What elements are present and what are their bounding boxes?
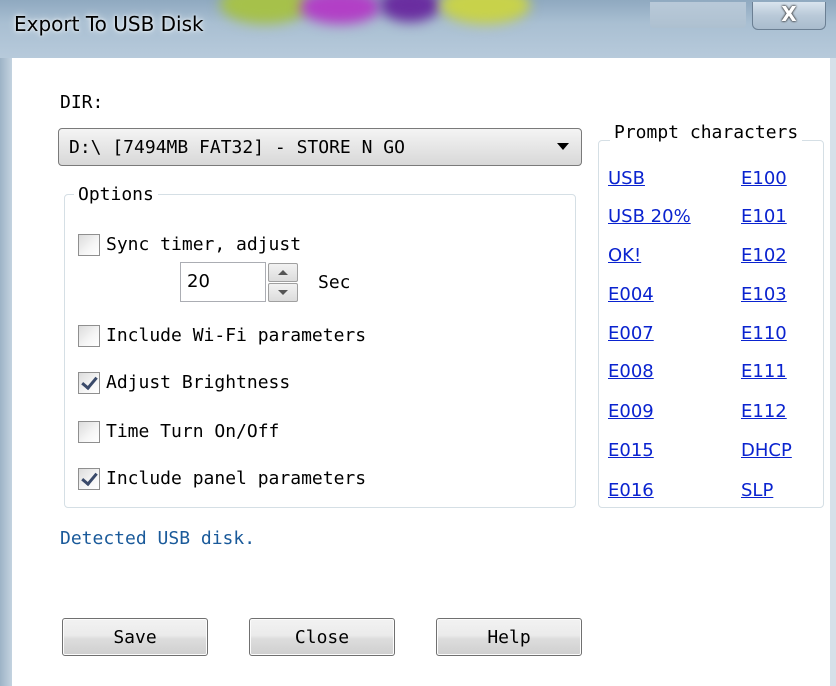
arrow-down-icon <box>278 290 288 295</box>
prompt-link[interactable]: E009 <box>608 401 654 422</box>
sync-timer-checkbox[interactable] <box>78 234 100 256</box>
time-turn-label: Time Turn On/Off <box>106 421 280 442</box>
prompt-link[interactable]: E007 <box>608 323 654 344</box>
adjust-brightness-checkbox[interactable] <box>78 372 100 394</box>
include-wifi-checkbox[interactable] <box>78 325 100 347</box>
include-panel-checkbox[interactable] <box>78 468 100 490</box>
dir-select-value: D:\ [7494MB FAT32] - STORE N GO <box>69 137 405 158</box>
chevron-down-icon <box>557 143 569 150</box>
prompt-link[interactable]: E008 <box>608 361 654 382</box>
timer-spin-down-button[interactable] <box>268 283 298 302</box>
title-bar[interactable]: Export To USB Disk X <box>0 0 836 58</box>
window-frame-left <box>0 58 12 686</box>
close-icon: X <box>781 2 797 26</box>
include-wifi-label: Include Wi-Fi parameters <box>106 325 367 346</box>
timer-input[interactable]: 20 <box>180 262 266 302</box>
prompt-link[interactable]: E004 <box>608 284 654 305</box>
close-button-label: Close <box>294 626 350 648</box>
prompt-link[interactable]: E015 <box>608 440 654 461</box>
prompt-characters-legend: Prompt characters <box>610 122 803 143</box>
help-button-label: Help <box>487 626 531 648</box>
prompt-link[interactable]: E101 <box>741 206 787 227</box>
close-button[interactable]: Close <box>249 618 395 656</box>
prompt-link[interactable]: SLP <box>741 480 773 501</box>
time-turn-checkbox[interactable] <box>78 421 100 443</box>
prompt-link[interactable]: E111 <box>741 361 787 382</box>
prompt-link[interactable]: E102 <box>741 245 787 266</box>
timer-spin-up-button[interactable] <box>268 263 298 282</box>
prompt-link[interactable]: E100 <box>741 168 787 189</box>
adjust-brightness-label: Adjust Brightness <box>106 372 291 393</box>
window-frame-right <box>830 58 836 686</box>
timer-unit-label: Sec <box>318 272 351 293</box>
prompt-link[interactable]: E103 <box>741 284 787 305</box>
save-button[interactable]: Save <box>62 618 208 656</box>
prompt-link[interactable]: OK! <box>608 245 641 266</box>
sync-timer-label: Sync timer, adjust <box>106 234 302 255</box>
window-title: Export To USB Disk <box>14 12 204 36</box>
prompt-link[interactable]: E112 <box>741 401 787 422</box>
dir-select[interactable]: D:\ [7494MB FAT32] - STORE N GO <box>58 128 582 166</box>
prompt-link[interactable]: E016 <box>608 480 654 501</box>
options-legend: Options <box>74 184 158 205</box>
prompt-link[interactable]: DHCP <box>741 440 792 461</box>
prompt-link[interactable]: E110 <box>741 323 787 344</box>
timer-value: 20 <box>187 271 210 292</box>
dir-label: DIR: <box>60 92 104 113</box>
status-text: Detected USB disk. <box>60 528 256 549</box>
prompt-link[interactable]: USB <box>608 168 645 189</box>
export-dialog: Export To USB Disk X DIR: D:\ [7494MB FA… <box>0 0 836 686</box>
arrow-up-icon <box>278 270 288 275</box>
prompt-link[interactable]: USB 20% <box>608 206 691 227</box>
minimize-button[interactable] <box>650 2 746 28</box>
save-button-label: Save <box>113 626 157 648</box>
include-panel-label: Include panel parameters <box>106 468 367 489</box>
help-button[interactable]: Help <box>436 618 582 656</box>
close-window-button[interactable]: X <box>752 2 826 30</box>
